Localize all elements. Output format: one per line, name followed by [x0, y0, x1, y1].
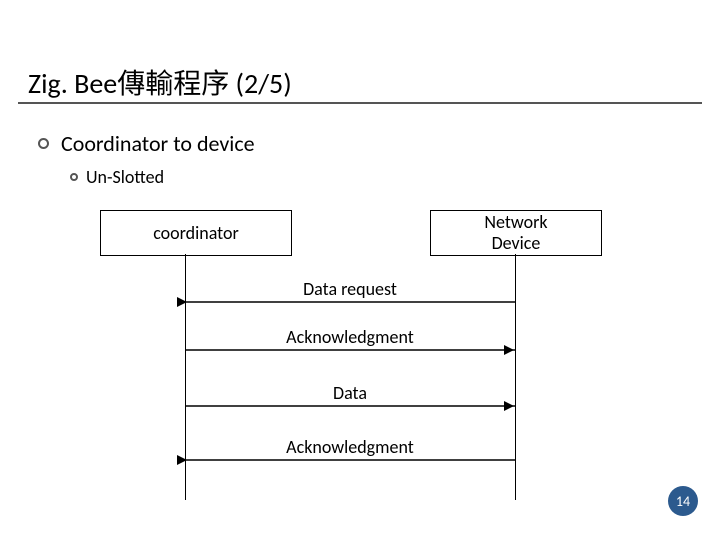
slide-title: Zig. Bee傳輸程序 (2/5) [28, 62, 292, 102]
sequence-diagram: coordinator NetworkDevice [60, 210, 660, 510]
bullet-dot-icon [70, 173, 78, 181]
bullet-lvl1-text: Coordinator to device [61, 130, 255, 157]
msg-label-ack-1: Acknowledgment [190, 326, 510, 348]
title-rule [18, 102, 702, 104]
bullet-dot-icon [38, 138, 49, 149]
msg-label-ack-2: Acknowledgment [190, 436, 510, 458]
bullet-lvl1: Coordinator to device [38, 130, 255, 157]
msg-label-data-request: Data request [190, 278, 510, 300]
page-number-badge: 14 [668, 486, 698, 516]
page-number: 14 [676, 493, 690, 510]
bullet-lvl2-text: Un-Slotted [86, 166, 164, 188]
bullet-lvl2: Un-Slotted [70, 166, 164, 188]
msg-label-data: Data [190, 382, 510, 404]
arrows-layer [60, 210, 660, 510]
